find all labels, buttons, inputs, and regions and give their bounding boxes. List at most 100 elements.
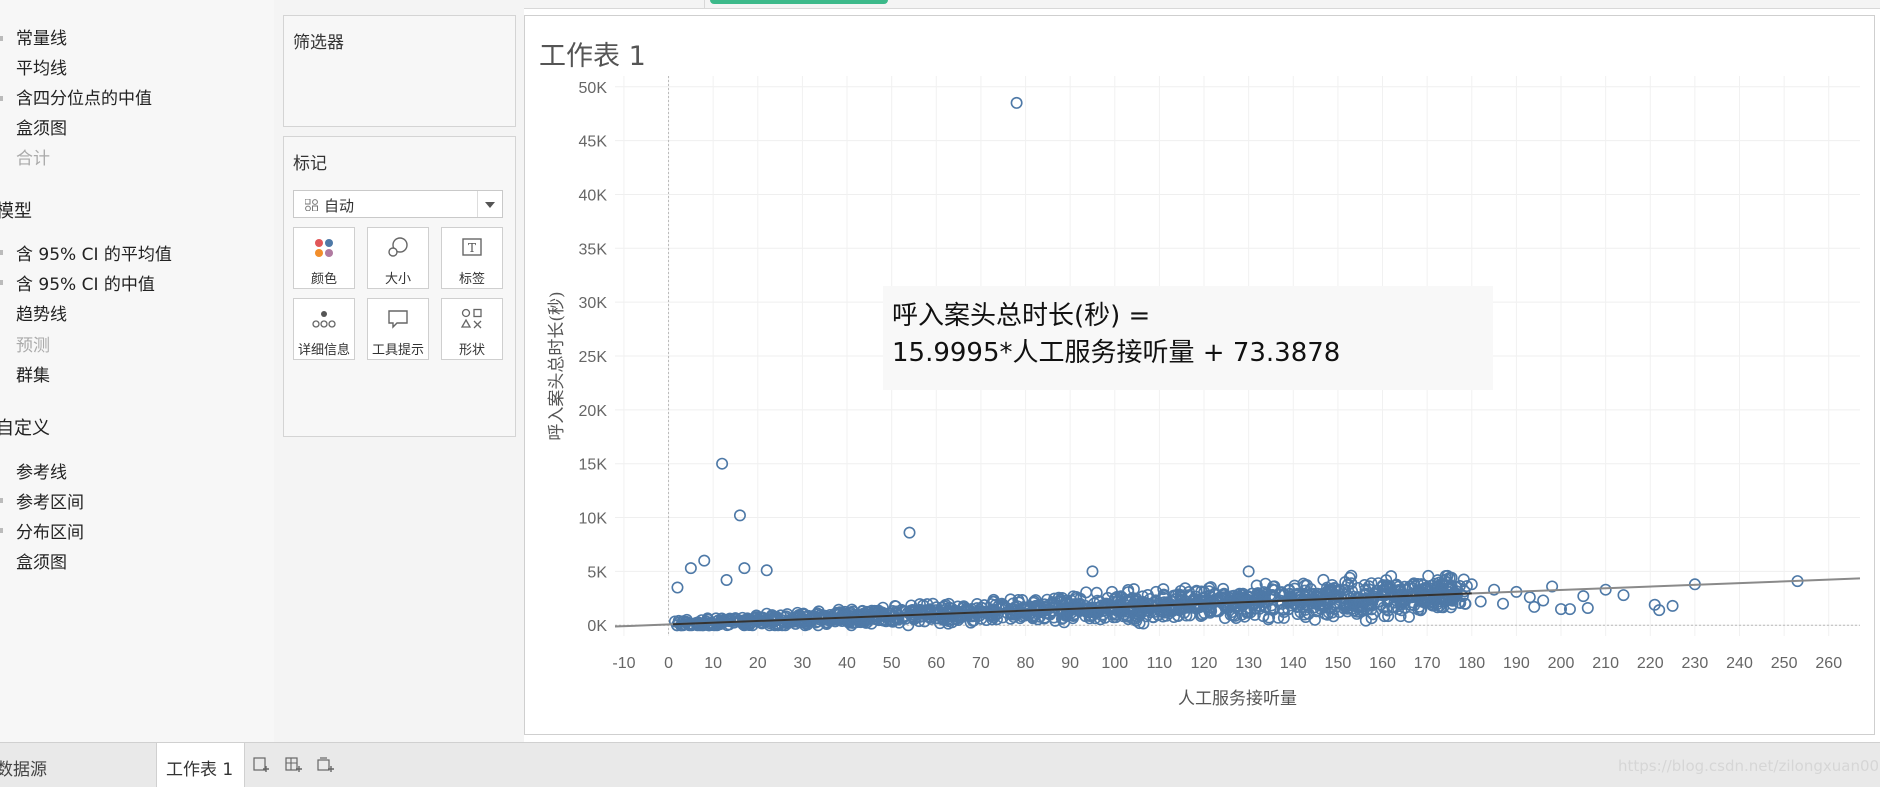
list-bullet bbox=[0, 280, 3, 285]
color-icon bbox=[294, 236, 354, 260]
mark-auto-icon bbox=[304, 198, 319, 214]
detail-button[interactable]: 详细信息 bbox=[293, 298, 355, 360]
y-tick-label: 35K bbox=[579, 241, 608, 258]
filters-card[interactable]: 筛选器 bbox=[283, 15, 516, 127]
x-tick-label: 220 bbox=[1637, 655, 1664, 672]
data-point[interactable] bbox=[1422, 569, 1435, 582]
y-tick-label: 50K bbox=[579, 80, 608, 97]
tab-label: 工作表 1 bbox=[166, 760, 234, 780]
x-tick-label: 120 bbox=[1191, 655, 1218, 672]
data-point[interactable] bbox=[1497, 597, 1510, 610]
analytics-item-box-plot-2[interactable]: 盒须图 bbox=[16, 548, 67, 573]
tab-datasource[interactable]: 数据源 bbox=[0, 755, 47, 780]
y-tick-label: 5K bbox=[587, 564, 607, 581]
data-point[interactable] bbox=[733, 509, 746, 522]
drop-zone-indicator bbox=[710, 0, 888, 4]
color-label: 颜色 bbox=[310, 272, 337, 287]
label-button[interactable]: T 标签 bbox=[441, 227, 503, 289]
x-tick-label: 230 bbox=[1682, 655, 1709, 672]
x-tick-label: 100 bbox=[1101, 655, 1128, 672]
x-tick-label: 40 bbox=[838, 655, 856, 672]
color-button[interactable]: 颜色 bbox=[293, 227, 355, 289]
x-tick-label: 170 bbox=[1414, 655, 1441, 672]
new-worksheet-icon[interactable] bbox=[253, 757, 271, 773]
data-point[interactable] bbox=[698, 554, 711, 567]
analytics-item-forecast[interactable]: 预测 bbox=[16, 331, 50, 356]
shape-icon bbox=[442, 307, 502, 331]
analytics-item-average-line[interactable]: 平均线 bbox=[16, 54, 67, 79]
y-tick-label: 20K bbox=[579, 403, 608, 420]
mark-type-value: 自动 bbox=[324, 197, 355, 215]
x-tick-label: -10 bbox=[612, 655, 635, 672]
sheet-tabs-bar: 数据源 工作表 1 https://blog.csdn.net/zilongxu… bbox=[0, 742, 1880, 787]
y-tick-label: 45K bbox=[579, 134, 608, 151]
data-point[interactable] bbox=[1581, 601, 1594, 614]
x-tick-label: 60 bbox=[927, 655, 945, 672]
list-bullet bbox=[0, 250, 3, 255]
marks-title: 标记 bbox=[293, 154, 327, 174]
analytics-item-median-quartiles[interactable]: 含四分位点的中值 bbox=[16, 84, 152, 109]
x-tick-label: 140 bbox=[1280, 655, 1307, 672]
analytics-item-reference-line[interactable]: 参考线 bbox=[16, 458, 67, 483]
chevron-down-icon[interactable] bbox=[477, 191, 502, 217]
analytics-item-box-plot[interactable]: 盒须图 bbox=[16, 114, 67, 139]
shape-button[interactable]: 形状 bbox=[441, 298, 503, 360]
list-bullet bbox=[0, 498, 3, 503]
svg-text:T: T bbox=[468, 241, 476, 255]
x-tick-label: 30 bbox=[794, 655, 812, 672]
data-point[interactable] bbox=[1080, 586, 1093, 599]
detail-label: 详细信息 bbox=[297, 343, 350, 358]
size-icon bbox=[368, 236, 428, 260]
tooltip-button[interactable]: 工具提示 bbox=[367, 298, 429, 360]
analytics-item-constant-line[interactable]: 常量线 bbox=[16, 24, 67, 49]
y-tick-label: 15K bbox=[579, 457, 608, 474]
detail-icon bbox=[294, 307, 354, 331]
label-icon: T bbox=[442, 236, 502, 260]
x-tick-label: 50 bbox=[883, 655, 901, 672]
x-tick-label: 0 bbox=[664, 655, 673, 672]
analytics-section-model: 模型 bbox=[0, 201, 32, 222]
data-point[interactable] bbox=[720, 573, 733, 586]
y-tick-label: 0K bbox=[587, 618, 607, 635]
tab-worksheet-1[interactable]: 工作表 1 bbox=[156, 743, 245, 787]
label-label: 标签 bbox=[458, 272, 485, 287]
x-tick-label: 70 bbox=[972, 655, 990, 672]
trend-annotation[interactable]: 呼入案头总时长(秒) = 15.9995*人工服务接听量 + 73.3878 bbox=[883, 286, 1493, 390]
analytics-item-trend-line[interactable]: 趋势线 bbox=[16, 300, 67, 325]
annotation-line-2: 15.9995*人工服务接听量 + 73.3878 bbox=[892, 338, 1341, 368]
data-point[interactable] bbox=[760, 564, 773, 577]
analytics-item-distribution-band[interactable]: 分布区间 bbox=[16, 518, 84, 543]
new-dashboard-icon[interactable] bbox=[285, 757, 303, 773]
new-story-icon[interactable] bbox=[317, 757, 335, 773]
tooltip-icon bbox=[368, 307, 428, 331]
x-tick-label: 180 bbox=[1458, 655, 1485, 672]
data-point[interactable] bbox=[1010, 96, 1023, 109]
filters-title: 筛选器 bbox=[293, 33, 344, 53]
data-point[interactable] bbox=[671, 581, 684, 594]
data-point[interactable] bbox=[1617, 589, 1630, 602]
worksheet-view[interactable]: 工作表 1 0K 5K 10K 15K 20K 25K 30K 35K 40K 45K 50K -10… bbox=[524, 15, 1875, 735]
data-point[interactable] bbox=[1666, 599, 1679, 612]
data-point[interactable] bbox=[1474, 595, 1487, 608]
y-tick-label: 10K bbox=[579, 511, 608, 528]
tooltip-label: 工具提示 bbox=[371, 343, 424, 358]
data-point[interactable] bbox=[1537, 594, 1550, 607]
analytics-item-totals[interactable]: 合计 bbox=[16, 144, 50, 169]
annotation-line-1: 呼入案头总时长(秒) = bbox=[892, 301, 1151, 331]
y-tick-label: 25K bbox=[579, 349, 608, 366]
watermark: https://blog.csdn.net/zilongxuan008 bbox=[1618, 757, 1880, 775]
analytics-section-custom: 自定义 bbox=[0, 418, 50, 439]
analytics-pane: 常量线 平均线 含四分位点的中值 盒须图 合计 模型 含 95% CI 的平均值… bbox=[0, 0, 275, 742]
data-point[interactable] bbox=[1523, 591, 1536, 604]
x-tick-label: 10 bbox=[704, 655, 722, 672]
x-tick-label: 150 bbox=[1325, 655, 1352, 672]
size-button[interactable]: 大小 bbox=[367, 227, 429, 289]
mark-type-dropdown[interactable]: 自动 bbox=[293, 190, 503, 218]
size-label: 大小 bbox=[384, 272, 411, 287]
analytics-item-median-ci[interactable]: 含 95% CI 的中值 bbox=[16, 270, 155, 295]
analytics-item-cluster[interactable]: 群集 bbox=[16, 361, 50, 386]
analytics-item-average-ci[interactable]: 含 95% CI 的平均值 bbox=[16, 240, 172, 265]
data-point[interactable] bbox=[1577, 590, 1590, 603]
analytics-item-reference-band[interactable]: 参考区间 bbox=[16, 488, 84, 513]
data-point[interactable] bbox=[903, 526, 916, 539]
